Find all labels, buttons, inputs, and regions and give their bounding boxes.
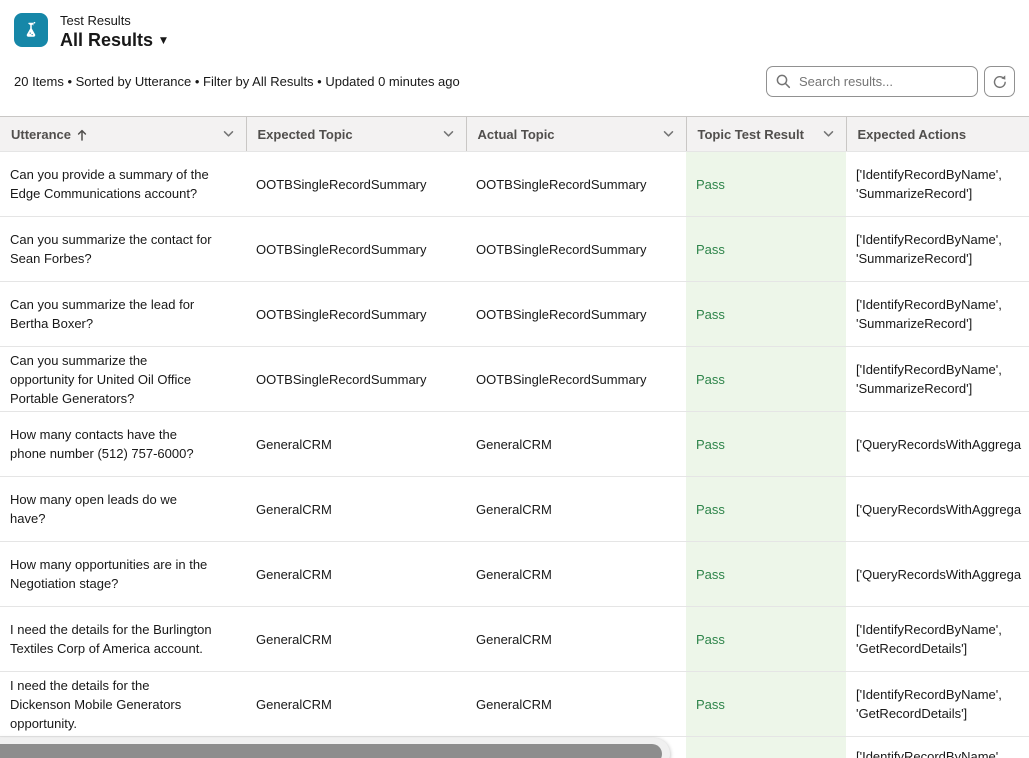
actual-topic-cell: OOTBSingleRecordSummary (466, 347, 686, 412)
refresh-icon (992, 74, 1008, 90)
expected-actions-cell: ['QueryRecordsWithAggrega (846, 412, 1029, 477)
expected-actions-cell: ['QueryRecordsWithAggrega (846, 477, 1029, 542)
table-header-row: Utterance (0, 117, 1029, 152)
column-header-expected-actions[interactable]: Expected Actions (846, 117, 1029, 152)
utterance-cell: I need the details for the Burlington Te… (0, 607, 246, 672)
topic-test-result-cell: Pass (686, 477, 846, 542)
topic-test-result-cell: Pass (686, 282, 846, 347)
actual-topic-cell: GeneralCRM (466, 672, 686, 737)
topic-test-result-cell (686, 737, 846, 758)
table-row: Can you summarize the lead for Bertha Bo… (0, 282, 1029, 347)
results-table: Utterance (0, 116, 1029, 758)
topic-test-result-cell: Pass (686, 152, 846, 217)
horizontal-scrollbar (0, 738, 670, 758)
search-box (766, 66, 978, 97)
column-label: Actual Topic (478, 127, 555, 142)
column-header-actual-topic[interactable]: Actual Topic (466, 117, 686, 152)
column-header-expected-topic[interactable]: Expected Topic (246, 117, 466, 152)
refresh-button[interactable] (984, 66, 1015, 97)
table-row: How many open leads do we have? GeneralC… (0, 477, 1029, 542)
sort-ascending-icon (77, 128, 87, 141)
utterance-cell: Can you summarize the opportunity for Un… (0, 347, 246, 412)
utterance-cell: Can you summarize the lead for Bertha Bo… (0, 282, 246, 347)
utterance-cell: How many open leads do we have? (0, 477, 246, 542)
column-header-topic-test-result[interactable]: Topic Test Result (686, 117, 846, 152)
expected-topic-cell: OOTBSingleRecordSummary (246, 282, 466, 347)
utterance-cell: How many opportunities are in the Negoti… (0, 542, 246, 607)
chevron-down-icon: ▼ (160, 34, 167, 46)
title-block: Test Results All Results ▼ (60, 13, 167, 50)
table-row: How many opportunities are in the Negoti… (0, 542, 1029, 607)
utterance-cell: I need the details for the Dickenson Mob… (0, 672, 246, 737)
expected-actions-cell: ['IdentifyRecordByName', 'SummarizeRecor… (846, 152, 1029, 217)
column-header-utterance[interactable]: Utterance (0, 117, 246, 152)
page-header: Test Results All Results ▼ (0, 0, 1029, 50)
utterance-cell: Can you summarize the contact for Sean F… (0, 217, 246, 282)
column-label: Expected Actions (858, 127, 967, 142)
test-results-page: Test Results All Results ▼ 20 Items • So… (0, 0, 1029, 758)
column-label: Expected Topic (258, 127, 353, 142)
expected-topic-cell: OOTBSingleRecordSummary (246, 152, 466, 217)
column-label: Utterance (11, 127, 71, 142)
expected-actions-cell: ['IdentifyRecordByName', 'GetRecordDetai… (846, 607, 1029, 672)
list-toolbar: 20 Items • Sorted by Utterance • Filter … (0, 50, 1029, 99)
table-row: Can you summarize the contact for Sean F… (0, 217, 1029, 282)
expected-topic-cell: GeneralCRM (246, 412, 466, 477)
actual-topic-cell: OOTBSingleRecordSummary (466, 282, 686, 347)
chevron-down-icon[interactable] (443, 130, 454, 138)
expected-actions-cell: ['IdentifyRecordByName', 'SummarizeRecor… (846, 347, 1029, 412)
expected-topic-cell: GeneralCRM (246, 542, 466, 607)
results-table-body: Can you provide a summary of the Edge Co… (0, 152, 1029, 758)
list-view-selector[interactable]: All Results ▼ (60, 30, 167, 50)
chevron-down-icon[interactable] (823, 130, 834, 138)
expected-actions-cell: ['QueryRecordsWithAggrega (846, 542, 1029, 607)
expected-topic-cell: OOTBSingleRecordSummary (246, 217, 466, 282)
topic-test-result-cell: Pass (686, 347, 846, 412)
expected-topic-cell: GeneralCRM (246, 607, 466, 672)
expected-actions-cell: ['IdentifyRecordByName', 'SummarizeRecor… (846, 217, 1029, 282)
flask-icon (14, 13, 48, 47)
expected-actions-cell: ['IdentifyRecordByName', (846, 737, 1029, 758)
chevron-down-icon[interactable] (223, 130, 234, 138)
topic-test-result-cell: Pass (686, 607, 846, 672)
topic-test-result-cell: Pass (686, 672, 846, 737)
utterance-cell: Can you provide a summary of the Edge Co… (0, 152, 246, 217)
actual-topic-cell: GeneralCRM (466, 607, 686, 672)
table-row: Can you summarize the opportunity for Un… (0, 347, 1029, 412)
toolbar-actions (766, 66, 1015, 97)
expected-actions-cell: ['IdentifyRecordByName', 'SummarizeRecor… (846, 282, 1029, 347)
actual-topic-cell: GeneralCRM (466, 477, 686, 542)
actual-topic-cell: OOTBSingleRecordSummary (466, 217, 686, 282)
table-row: How many contacts have the phone number … (0, 412, 1029, 477)
topic-test-result-cell: Pass (686, 217, 846, 282)
horizontal-scrollbar-thumb[interactable] (0, 744, 662, 758)
list-summary: 20 Items • Sorted by Utterance • Filter … (14, 74, 460, 89)
expected-actions-cell: ['IdentifyRecordByName', 'GetRecordDetai… (846, 672, 1029, 737)
search-input[interactable] (766, 66, 978, 97)
topic-test-result-cell: Pass (686, 542, 846, 607)
actual-topic-cell: GeneralCRM (466, 542, 686, 607)
table-row: I need the details for the Burlington Te… (0, 607, 1029, 672)
expected-topic-cell: GeneralCRM (246, 477, 466, 542)
column-label: Topic Test Result (698, 127, 804, 142)
table-row: Can you provide a summary of the Edge Co… (0, 152, 1029, 217)
view-name: All Results (60, 30, 153, 50)
table-row: I need the details for the Dickenson Mob… (0, 672, 1029, 737)
actual-topic-cell: GeneralCRM (466, 412, 686, 477)
utterance-cell: How many contacts have the phone number … (0, 412, 246, 477)
entity-label: Test Results (60, 13, 167, 29)
actual-topic-cell: OOTBSingleRecordSummary (466, 152, 686, 217)
expected-topic-cell: GeneralCRM (246, 672, 466, 737)
topic-test-result-cell: Pass (686, 412, 846, 477)
expected-topic-cell: OOTBSingleRecordSummary (246, 347, 466, 412)
chevron-down-icon[interactable] (663, 130, 674, 138)
